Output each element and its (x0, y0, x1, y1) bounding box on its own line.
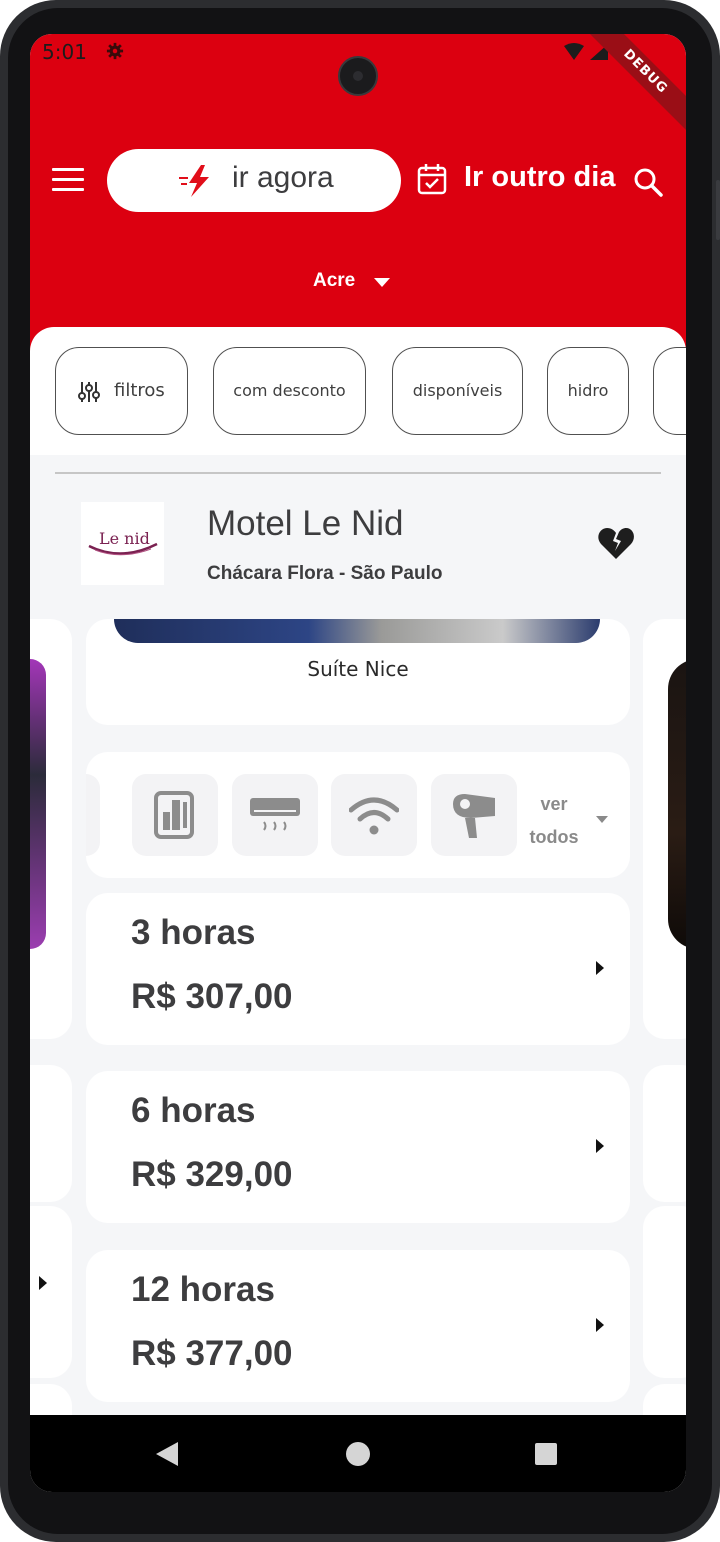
calendar-icon[interactable] (416, 163, 448, 195)
next-card-3 (643, 1206, 686, 1378)
lightning-bolt-icon (179, 165, 209, 197)
sliders-icon (78, 382, 100, 402)
divider (55, 472, 661, 474)
price-label: R$ 307,00 (131, 977, 293, 1016)
price-option-12h[interactable]: 12 horas R$ 377,00 (86, 1250, 630, 1402)
svg-text:Le nid: Le nid (99, 529, 150, 548)
ver-todos-button[interactable]: ver todos (522, 788, 586, 854)
side-button (716, 180, 720, 240)
chip-more[interactable] (653, 347, 686, 435)
price-label: R$ 377,00 (131, 1334, 293, 1373)
prev-suite-card[interactable] (30, 619, 72, 1039)
prev-card-3 (30, 1206, 72, 1378)
chip-com-desconto[interactable]: com desconto (213, 347, 366, 435)
amenities-card: ver todos (86, 752, 630, 878)
chevron-down-icon[interactable] (596, 816, 608, 823)
next-suite-card[interactable] (643, 619, 686, 1039)
ver-todos-line2: todos (529, 827, 579, 847)
next-card-2 (643, 1065, 686, 1202)
next-suite-photo (668, 659, 686, 949)
arrow-right-icon (596, 1318, 604, 1332)
arrow-right-icon (596, 961, 604, 975)
duration-label: 6 horas (131, 1091, 256, 1130)
settings-gear-icon (106, 42, 124, 60)
ir-outro-dia-button[interactable]: Ir outro dia (464, 161, 615, 194)
price-option-3h[interactable]: 3 horas R$ 307,00 (86, 893, 630, 1045)
arrow-right-icon (39, 1276, 47, 1290)
chevron-down-icon[interactable] (374, 278, 390, 287)
system-nav-bar (30, 1415, 686, 1492)
menu-icon[interactable] (52, 168, 84, 192)
motel-logo: Le nid (81, 502, 164, 585)
chip-hidro[interactable]: hidro (547, 347, 629, 435)
back-icon[interactable] (156, 1442, 178, 1466)
filtros-label: filtros (114, 380, 165, 401)
price-option-6h[interactable]: 6 horas R$ 329,00 (86, 1071, 630, 1223)
header-bar: 5:01 DEBUG ir agora Ir outro dia Acre (30, 34, 686, 364)
fridge-icon (132, 774, 218, 856)
wifi-icon (331, 774, 417, 856)
duration-label: 12 horas (131, 1270, 275, 1309)
amenity-partial-icon (86, 774, 100, 856)
camera-cutout (338, 56, 378, 96)
ir-agora-label: ir agora (232, 161, 334, 194)
le-nid-logo-image: Le nid (88, 529, 158, 556)
recent-apps-icon[interactable] (535, 1443, 557, 1465)
suite-name: Suíte Nice (307, 657, 409, 681)
state-selector[interactable]: Acre (313, 270, 355, 292)
motel-location: Chácara Flora - São Paulo (207, 563, 443, 584)
air-conditioner-icon (232, 774, 318, 856)
filtros-button[interactable]: filtros (55, 347, 188, 435)
filter-sheet: filtros com desconto disponíveis hidro (30, 327, 686, 455)
ir-agora-button[interactable]: ir agora (107, 149, 401, 212)
duration-label: 3 horas (131, 913, 256, 952)
arrow-right-icon (596, 1139, 604, 1153)
ver-todos-line1: ver (540, 794, 568, 814)
home-icon[interactable] (346, 1442, 370, 1466)
phone-frame: 5:01 DEBUG ir agora Ir outro dia Acre fi… (0, 0, 720, 1542)
prev-suite-photo (30, 659, 46, 949)
motel-name: Motel Le Nid (207, 504, 404, 543)
prev-card-2 (30, 1065, 72, 1202)
hair-dryer-icon (431, 774, 517, 856)
chip-disponiveis[interactable]: disponíveis (392, 347, 523, 435)
search-icon[interactable] (632, 166, 664, 198)
broken-heart-icon[interactable] (598, 527, 634, 561)
app-screen: 5:01 DEBUG ir agora Ir outro dia Acre fi… (30, 34, 686, 1492)
suite-photo (114, 619, 600, 643)
status-time: 5:01 (42, 40, 87, 64)
price-label: R$ 329,00 (131, 1155, 293, 1194)
